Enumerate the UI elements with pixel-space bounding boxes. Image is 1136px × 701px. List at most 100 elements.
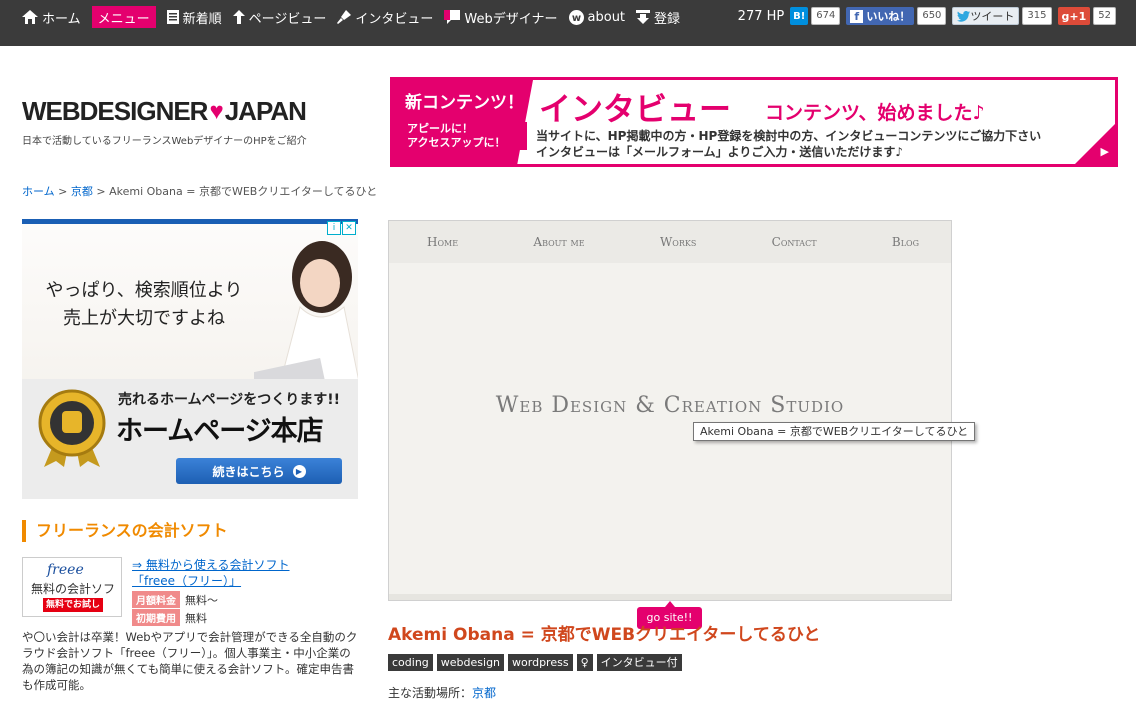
breadcrumb-home-link[interactable]: ホーム — [22, 185, 55, 198]
twitter-bird-icon — [957, 10, 971, 22]
w-circle-icon: w — [568, 9, 584, 25]
ad-close-icon[interactable]: ✕ — [342, 221, 356, 235]
nav-item-label: ページビュー — [248, 11, 327, 27]
main-nav: ホーム メニュー 新着順 ページビュー インタビュー Webデザイナー w ab… — [22, 6, 691, 28]
microphone-icon — [337, 10, 352, 24]
nav-item-label: メニュー — [97, 11, 150, 27]
nav-item-pageview[interactable]: ページビュー — [232, 8, 327, 27]
activity-area: 主な活動場所：京都 — [388, 684, 496, 701]
nav-item-label: 登録 — [654, 11, 681, 27]
ad-copy-line: 売上が大切ですよね — [63, 308, 225, 329]
tag-coding[interactable]: coding — [388, 654, 433, 671]
hp-count: 277 HP — [737, 8, 785, 24]
nav-item-label: インタビュー — [355, 11, 434, 27]
banner-subtitle: コンテンツ、始めました♪ — [765, 102, 985, 124]
screenshot-nav: Home About me Works Contact Blog — [389, 221, 951, 263]
activity-area-label: 主な活動場所： — [388, 686, 473, 700]
initial-cost: 初期費用 無料 — [132, 609, 207, 626]
banner-arrow: ▶ — [1075, 124, 1115, 164]
freee-link-line: ⇒ 無料から使える会計ソフト — [132, 558, 290, 572]
sidebar-heading: フリーランスの会計ソフト — [22, 520, 228, 542]
heart-icon: ♥ — [209, 97, 223, 125]
google-plus-count: 52 — [1093, 7, 1116, 25]
nav-item-register[interactable]: 登録 — [636, 8, 680, 27]
breadcrumb-separator: > — [92, 185, 110, 198]
ad-shop-name: ホームページ本店 — [116, 416, 324, 447]
arrow-up-icon — [232, 10, 245, 24]
ad-cta-label: 続きはこちら — [212, 464, 285, 479]
nav-item-newest[interactable]: 新着順 — [166, 8, 222, 27]
nav-item-label: Webデザイナー — [464, 11, 558, 27]
initial-cost-value: 無料 — [185, 611, 207, 625]
fist-medal-icon — [38, 389, 106, 467]
banner-new-label: 新コンテンツ！ — [405, 93, 524, 113]
tweet-button[interactable]: ツイート — [952, 7, 1020, 25]
nav-item-webdesigner[interactable]: Webデザイナー — [444, 8, 558, 27]
monthly-price-value: 無料～ — [185, 593, 218, 607]
tweet-label: ツイート — [970, 10, 1015, 23]
banner-desc-line: 当サイトに、HP掲載中の方・HP登録を検討中の方、インタビューコンテンツにご協力… — [536, 129, 1042, 143]
site-logo[interactable]: WEBDESIGNER ♥ JAPAN — [22, 96, 307, 127]
ad-copy-line: やっぱり、検索順位より — [45, 280, 243, 301]
banner-appeal-line: アクセスアップに！ — [407, 136, 506, 149]
nav-item-about[interactable]: w about — [568, 9, 626, 25]
download-icon — [636, 10, 651, 24]
breadcrumb: ホーム > 京都 > Akemi Obana = 京都でWEBクリエイターしてる… — [22, 183, 377, 199]
tag-wordpress[interactable]: wordpress — [508, 654, 573, 671]
nav-item-label: 新着順 — [182, 11, 222, 27]
banner-description: 当サイトに、HP掲載中の方・HP登録を検討中の方、インタビューコンテンツにご協力… — [536, 128, 1041, 160]
social-buttons: 277 HP B! 674 f いいね！ 650 ツイート 315 g+1 52 — [738, 6, 1122, 26]
breadcrumb-area-link[interactable]: 京都 — [71, 185, 93, 198]
tag-female[interactable]: ♀ — [576, 654, 593, 671]
site-screenshot[interactable]: Home About me Works Contact Blog Web Des… — [388, 220, 952, 601]
breadcrumb-current: Akemi Obana = 京都でWEBクリエイターしてるひと — [109, 185, 378, 198]
top-navigation-bar: ホーム メニュー 新着順 ページビュー インタビュー Webデザイナー w ab… — [0, 0, 1136, 46]
screenshot-nav-item: Contact — [771, 235, 817, 249]
nav-item-menu[interactable]: メニュー — [91, 6, 156, 28]
document-icon — [166, 10, 179, 24]
site-tagline: 日本で活動しているフリーランスWebデザイナーのHPをご紹介 — [22, 136, 307, 147]
tweet-count: 315 — [1022, 7, 1052, 25]
advertisement[interactable]: i ✕ やっぱり、検索順位より 売上が大切ですよね 売れるホームページをつくりま… — [22, 219, 358, 499]
freee-logo-badge: 無料でお試し — [43, 598, 103, 612]
ad-info-icon[interactable]: i — [327, 221, 341, 235]
ad-copy: やっぱり、検索順位より 売上が大切ですよね — [44, 277, 244, 333]
tag-webdesign[interactable]: webdesign — [436, 654, 505, 671]
svg-text:w: w — [571, 13, 580, 24]
ad-choices[interactable]: i ✕ — [326, 221, 356, 235]
sidebar-description: や〇い会計は卒業！Webやアプリで会計管理ができる全自動のクラウド会計ソフト「f… — [22, 630, 358, 692]
nav-item-interview[interactable]: インタビュー — [337, 8, 433, 27]
breadcrumb-separator: > — [54, 185, 71, 198]
screenshot-bottom-line — [389, 594, 951, 600]
logo-text-left: WEBDESIGNER — [22, 96, 208, 126]
monthly-price: 月額料金 無料～ — [132, 591, 218, 608]
freee-link[interactable]: ⇒ 無料から使える会計ソフト 「freee（フリー）」 — [132, 557, 290, 589]
ad-cta-button[interactable]: 続きはこちら ▶ — [176, 458, 342, 484]
banner-title: インタビュー — [539, 90, 732, 128]
facebook-like-button[interactable]: f いいね！ — [846, 7, 915, 25]
initial-cost-label: 初期費用 — [132, 609, 180, 626]
play-arrow-icon: ▶ — [1100, 145, 1109, 158]
ad-slogan: 売れるホームページをつくります!! — [118, 392, 341, 408]
freee-logo-image[interactable]: freee 無料の会計ソフト 無料でお試し — [22, 557, 122, 617]
screenshot-nav-item: Home — [427, 235, 459, 249]
monthly-price-label: 月額料金 — [132, 591, 180, 608]
hatena-count: 674 — [811, 7, 841, 25]
facebook-count: 650 — [917, 7, 947, 25]
nav-item-home[interactable]: ホーム — [22, 8, 81, 27]
google-plus-button[interactable]: g+1 — [1057, 7, 1091, 25]
logo-text-right: JAPAN — [224, 96, 307, 126]
banner-appeal-line: アピールに！ — [407, 122, 473, 135]
hatena-bookmark-button[interactable]: B! — [790, 7, 809, 25]
nav-item-label: about — [587, 9, 626, 25]
home-icon — [22, 10, 38, 24]
screenshot-nav-item: Blog — [891, 235, 919, 249]
facebook-like-label: いいね！ — [866, 10, 911, 23]
banner-appeal: アピールに！ アクセスアップに！ — [407, 122, 527, 150]
nav-item-label: ホーム — [42, 11, 81, 27]
tooltip: Akemi Obana = 京都でWEBクリエイターしてるひと — [693, 422, 976, 441]
activity-area-link[interactable]: 京都 — [472, 686, 496, 700]
tag-interview[interactable]: インタビュー付 — [596, 654, 682, 671]
freee-logo-text: freee — [47, 562, 84, 578]
interview-banner[interactable]: 新コンテンツ！ アピールに！ アクセスアップに！ インタビュー コンテンツ、始め… — [390, 77, 1118, 167]
